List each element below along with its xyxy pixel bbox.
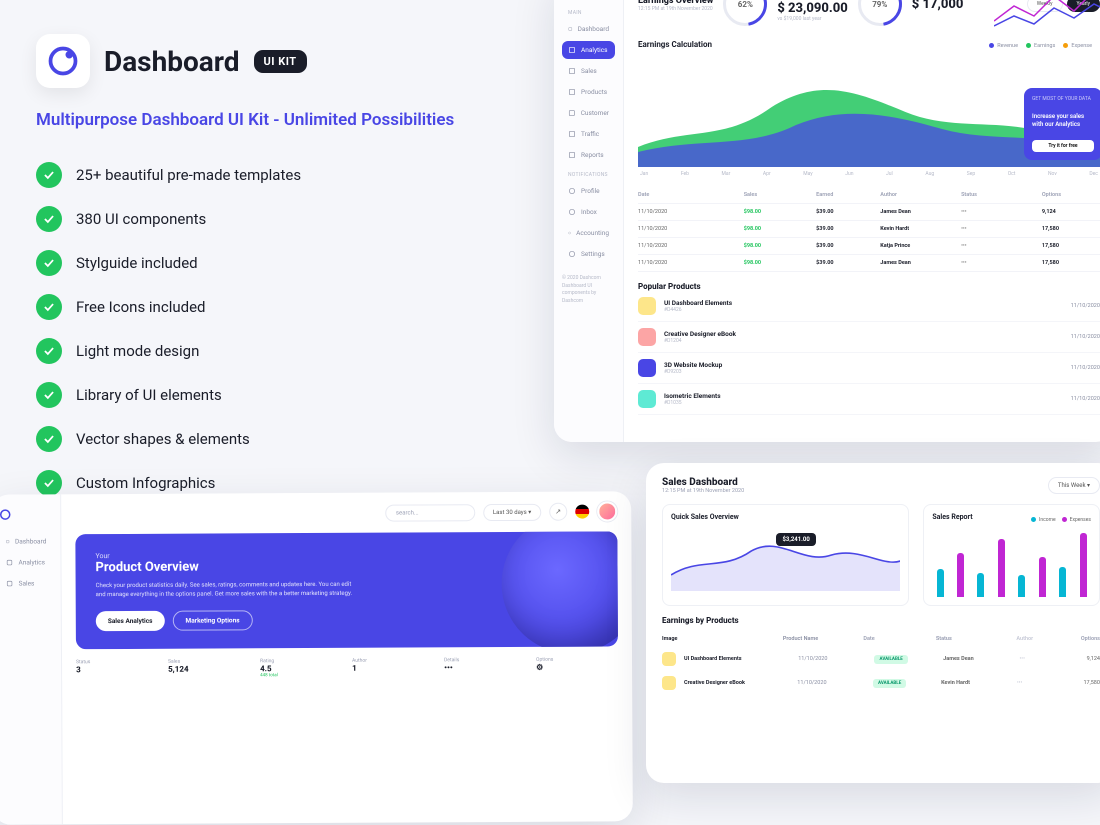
hero-card: Your Product Overview Check your product… [75,531,618,649]
gauge-2: 79% [858,0,902,26]
mini-line-chart: SEPTEMBER [994,0,1100,46]
promo-subtitle: Multipurpose Dashboard UI Kit - Unlimite… [36,110,506,130]
check-icon [36,338,62,364]
sidebar-item-analytics[interactable]: Analytics [562,41,615,59]
date-filter[interactable]: Last 30 days ▾ [483,503,541,520]
feature-item: Light mode design [36,338,506,364]
search-input[interactable]: search... [385,504,475,521]
ep-title: Earnings by Products [662,616,1100,625]
check-icon [36,470,62,496]
try-free-button[interactable]: Try it for free [1032,140,1094,152]
earnings-table: DateSalesEarnedAuthorStatusOptions 11/10… [638,187,1100,272]
check-icon [36,426,62,452]
sales-report-card: Sales Report IncomeExpenses [923,504,1100,606]
feature-item: 380 UI components [36,206,506,232]
sidebar: Dashcom MAIN DashboardAnalyticsSalesProd… [554,0,624,442]
promo-title: Dashboard [104,45,240,78]
x-axis: JanFebMarAprMayJunJulAugSepOctNovDec [638,171,1100,177]
total-earnings: TOTAL EARNINGS ▲ 16.24% $ 23,090.00 vs $… [777,0,847,22]
sidebar-item-dashboard[interactable]: Dashboard [562,20,615,38]
avatar[interactable] [597,501,617,521]
table-row[interactable]: 11/10/2020$98.00$39.00James Dean•••17,58… [638,255,1100,272]
analytics-window: Dashcom MAIN DashboardAnalyticsSalesProd… [554,0,1100,442]
sidebar-item-analytics[interactable]: Analytics [0,553,53,571]
product-row[interactable]: Isometric Elements#D103511/10/2020 [638,384,1100,415]
product-row[interactable]: 3D Website Mockup#D920311/10/2020 [638,353,1100,384]
sales-analytics-button[interactable]: Sales Analytics [96,611,165,631]
table-row[interactable]: 11/10/2020$98.00$39.00James Dean•••9,124 [638,204,1100,221]
product-row[interactable]: UI Dashboard Elements#D442611/10/2020 [638,291,1100,322]
product-row[interactable]: Creative Designer eBook#D120411/10/2020 [638,322,1100,353]
logo-icon [36,34,90,88]
overview-sidebar: Dashboard Analytics Sales [0,494,63,824]
check-icon [36,206,62,232]
stat-status: Status3 [76,659,158,679]
sidebar-item-accounting[interactable]: Accounting [562,224,615,242]
overview-window: Dashboard Analytics Sales search... Last 3… [0,491,633,824]
feature-item: Free Icons included [36,294,506,320]
check-icon [36,250,62,276]
sidebar-item-products[interactable]: Products [562,83,615,101]
marketing-options-button[interactable]: Marketing Options [172,610,252,630]
check-icon [36,294,62,320]
upsell-card[interactable]: GET MOST OF YOUR DATA Increase your sale… [1024,88,1100,160]
sidebar-item-traffic[interactable]: Traffic [562,125,615,143]
gauge-1: 62% [723,0,767,26]
chart-title: Earnings Calculation [638,40,712,49]
check-icon [36,382,62,408]
page-timestamp: 12:15 PM at 19th November 2020 [638,6,713,12]
popular-products-title: Popular Products [638,282,1100,291]
sales-title: Sales Dashboard [662,477,744,488]
banner-amount: $ 17,000 [912,0,964,12]
share-icon[interactable]: ↗ [549,503,567,521]
hero-body: Check your product statistics daily. See… [96,580,356,599]
sales-bar-chart [932,527,1091,597]
feature-item: Vector shapes & elements [36,426,506,452]
sidebar-footer: © 2020 DashcomDashboard UI components by… [562,275,615,305]
feature-item: Stylguide included [36,250,506,276]
ep-row[interactable]: Creative Designer eBook11/10/2020AVAILAB… [662,671,1100,695]
feature-item: Library of UI elements [36,382,506,408]
ep-row[interactable]: UI Dashboard Elements11/10/2020AVAILABLE… [662,647,1100,671]
stat-details: Details••• [444,657,526,677]
sidebar-item-settings[interactable]: Settings [562,245,615,263]
stat-options: Options⚙ [536,656,618,676]
sales-timestamp: 12:15 PM at 19th November 2020 [662,488,744,494]
promo-header: Dashboard UI KIT [36,34,506,88]
nav-section-main: MAIN [568,10,615,16]
sidebar-item-inbox[interactable]: Inbox [562,203,615,221]
sidebar-item-dashboard[interactable]: Dashboard [0,532,52,550]
feature-list: 25+ beautiful pre-made templates 380 UI … [36,162,506,496]
stat-author: Author1 [352,657,434,677]
table-row[interactable]: 11/10/2020$98.00$39.00Katja Prince•••17,… [638,238,1100,255]
uikit-pill: UI KIT [254,50,307,73]
sidebar-item-profile[interactable]: Profile [562,182,615,200]
sales-window: Sales Dashboard 12:15 PM at 19th Novembe… [646,463,1100,783]
check-icon [36,162,62,188]
table-row[interactable]: 11/10/2020$98.00$39.00Kevin Hardt•••17,5… [638,221,1100,238]
sidebar-item-sales[interactable]: Sales [0,574,53,592]
sales-filter[interactable]: This Week ▾ [1048,477,1100,494]
flag-icon [575,505,589,519]
sidebar-item-reports[interactable]: Reports [562,146,615,164]
nav-section-notif: NOTIFICATIONS [568,172,615,178]
sales-line-chart: $3,241.00 [671,527,900,591]
sidebar-item-customer[interactable]: Customer [562,104,615,122]
chart-tooltip: $3,241.00 [776,533,815,546]
quick-sales-card: Quick Sales Overview $3,241.00 [662,504,909,606]
stats-row: Status3 Sales5,124 Rating4.5448 total Autho… [76,656,618,679]
stat-sales: Sales5,124 [168,658,250,678]
feature-item: 25+ beautiful pre-made templates [36,162,506,188]
stat-rating: Rating4.5448 total [260,658,342,678]
sidebar-item-sales[interactable]: Sales [562,62,615,80]
